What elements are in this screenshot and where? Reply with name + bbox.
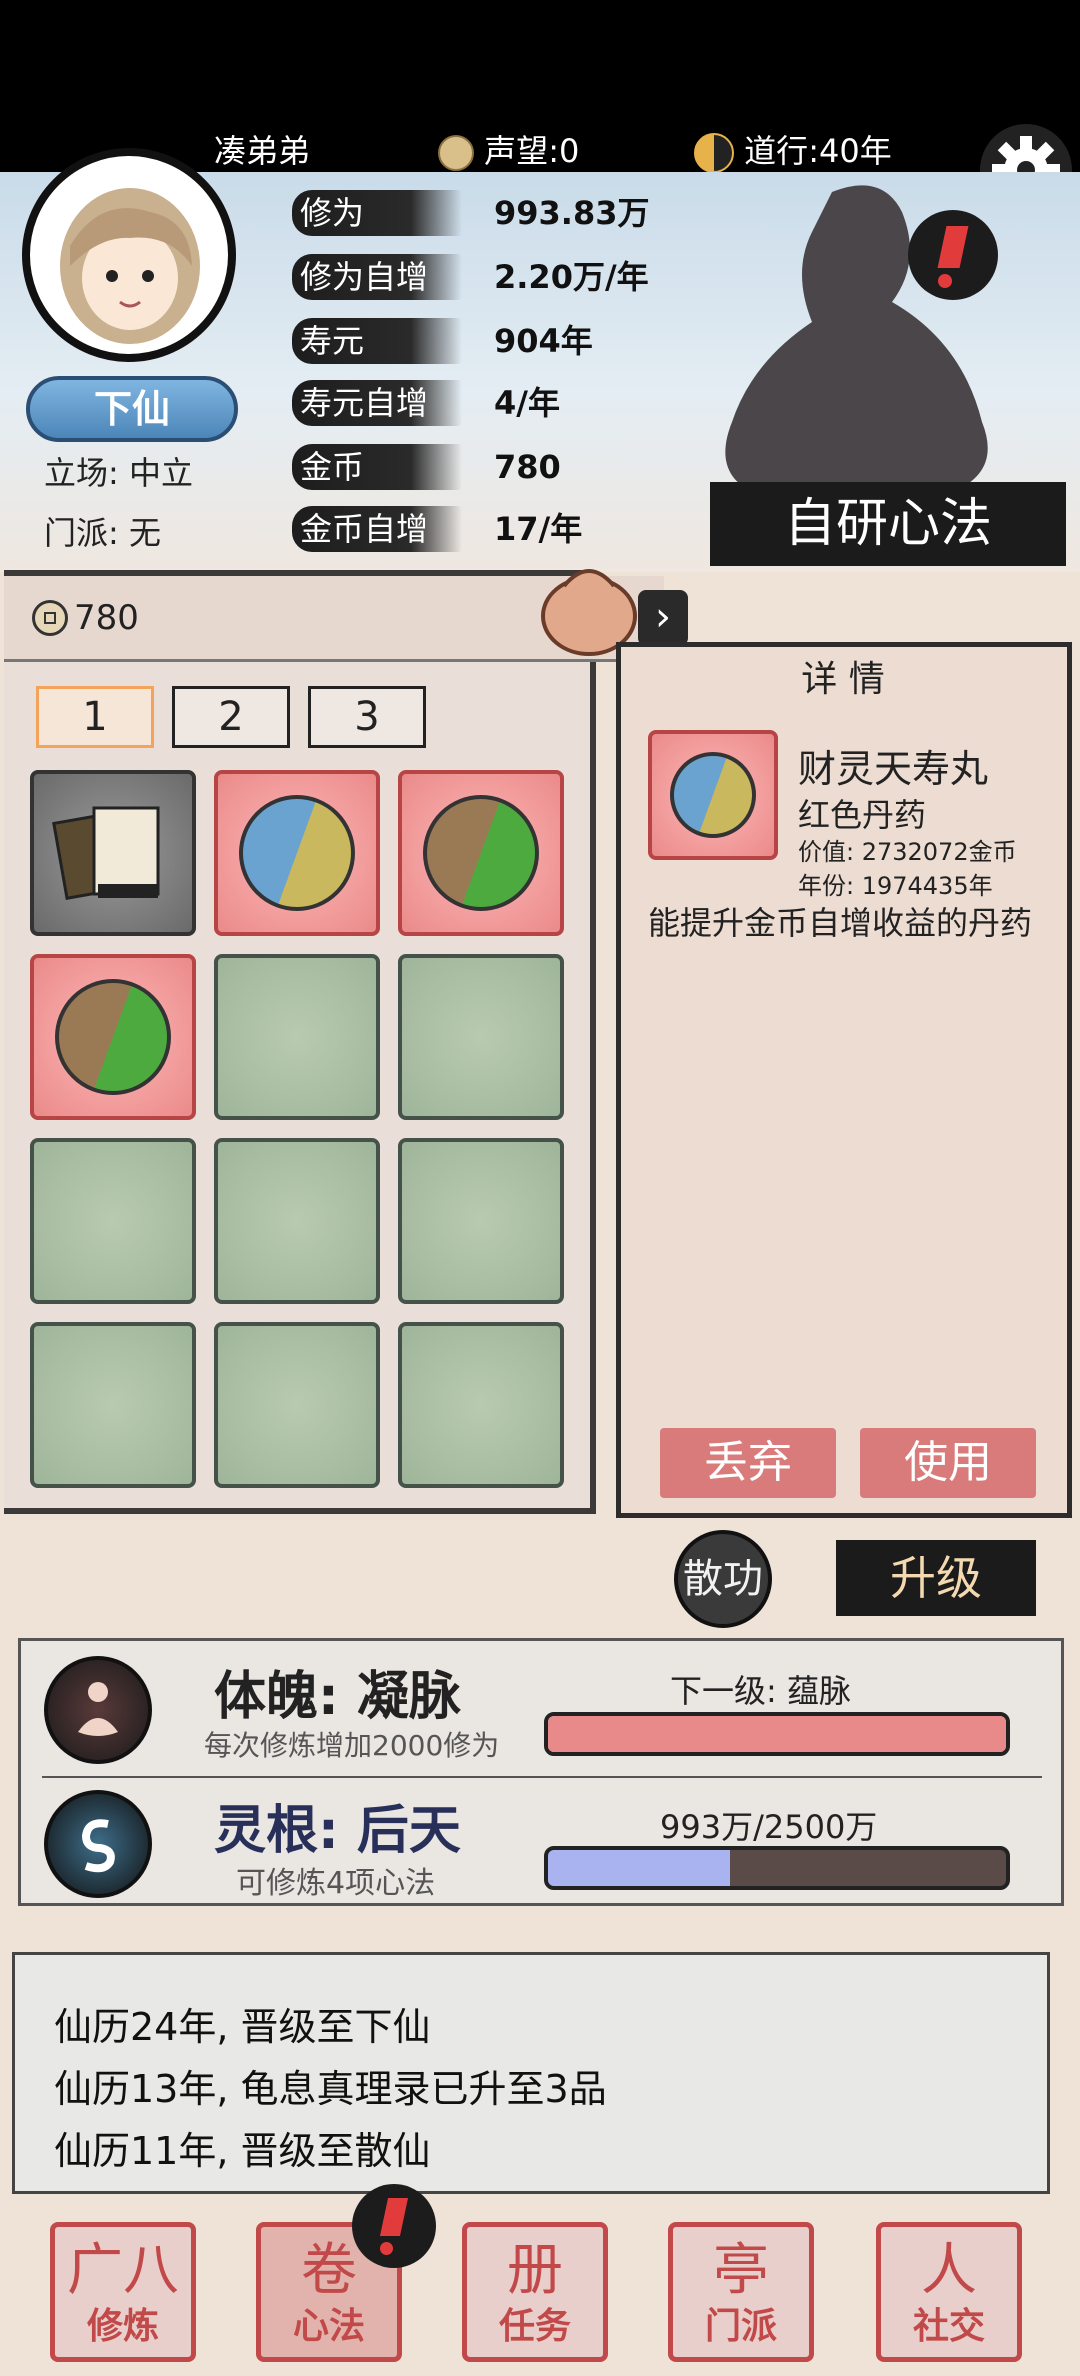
cultivate-icon: 广八: [67, 2238, 179, 2303]
inventory-slot-empty[interactable]: [398, 1322, 564, 1488]
root-title: 灵根: 后天: [214, 1801, 461, 1861]
nav-label: 社交: [912, 2306, 985, 2347]
root-subtitle: 可修炼4项心法: [236, 1866, 436, 1901]
stat-label: 寿元自增: [292, 380, 462, 426]
root-progress-fill: [548, 1850, 730, 1886]
inventory-slot-book[interactable]: [30, 770, 196, 936]
inventory-slot-empty[interactable]: [214, 954, 380, 1120]
log-entry: 仙历11年, 晋级至散仙: [54, 2129, 431, 2173]
inventory-slot-empty[interactable]: [30, 1322, 196, 1488]
expand-arrow-button[interactable]: ›: [638, 590, 688, 646]
pill-icon: [670, 752, 756, 838]
book-icon: [52, 806, 160, 901]
use-button[interactable]: 使用: [860, 1428, 1036, 1498]
nav-sect[interactable]: 亭 门派: [668, 2222, 814, 2362]
detail-title: 详 情: [801, 659, 885, 700]
inventory-slot-pill[interactable]: [398, 770, 564, 936]
stat-value: 904年: [494, 322, 593, 360]
scroll-icon: [438, 135, 474, 171]
player-name: 凑弟弟: [214, 132, 311, 170]
root-progress-bar: [544, 1846, 1010, 1890]
alert-badge: [352, 2184, 436, 2268]
detail-item-price: 价值: 2732072金币: [798, 838, 1017, 866]
task-icon: 册: [507, 2238, 563, 2303]
inventory-slot-pill[interactable]: [30, 954, 196, 1120]
body-progress-bar: [544, 1712, 1010, 1756]
stat-row-lifespan-rate: 寿元自增 4/年: [292, 376, 762, 430]
inventory-slot-pill[interactable]: [214, 770, 380, 936]
avatar[interactable]: [22, 148, 236, 362]
inventory-slot-empty[interactable]: [214, 1322, 380, 1488]
inventory-tab-2[interactable]: 2: [172, 686, 290, 748]
yin-yang-icon: [694, 133, 734, 173]
dao-label: 道行: [744, 132, 809, 170]
discard-button[interactable]: 丢弃: [660, 1428, 836, 1498]
chevron-right-icon: ›: [655, 594, 671, 640]
bag-icon[interactable]: [534, 546, 644, 656]
pill-icon: [423, 795, 539, 911]
stat-row-gold-rate: 金币自增 17/年: [292, 502, 762, 556]
pill-icon: [55, 979, 171, 1095]
nav-label: 门派: [704, 2306, 777, 2347]
coin-count: 780: [74, 598, 139, 638]
nav-label: 修炼: [86, 2306, 159, 2347]
stat-label: 金币自增: [292, 506, 462, 552]
inventory-slot-empty[interactable]: [398, 954, 564, 1120]
inventory-tab-3[interactable]: 3: [308, 686, 426, 748]
pill-icon: [239, 795, 355, 911]
self-study-button[interactable]: 自研心法: [710, 482, 1066, 566]
body-next-level: 下一级: 蕴脉: [670, 1672, 851, 1710]
stat-value: 993.83万: [494, 194, 650, 232]
stat-label: 修为自增: [292, 254, 462, 300]
inventory-slot-empty[interactable]: [214, 1138, 380, 1304]
detail-item-age: 年份: 1974435年: [798, 872, 993, 900]
alert-badge: [908, 210, 998, 300]
nav-label: 心法: [292, 2306, 365, 2347]
stat-value: 2.20万/年: [494, 258, 649, 296]
pavilion-icon: 亭: [713, 2238, 769, 2303]
detail-item-description: 能提升金币自增收益的丹药: [648, 904, 1033, 942]
reputation-display: 声望:0: [438, 126, 579, 172]
nav-tasks[interactable]: 册 任务: [462, 2222, 608, 2362]
disperse-button[interactable]: 散功: [674, 1530, 772, 1628]
stat-label: 修为: [292, 190, 462, 236]
stat-label: 金币: [292, 444, 462, 490]
body-progress-fill: [548, 1716, 1006, 1752]
sect-text: 门派: 无: [44, 514, 161, 552]
social-icon: 人: [921, 2238, 977, 2303]
stat-row-lifespan: 寿元 904年: [292, 314, 762, 368]
stat-value: 4/年: [494, 384, 560, 422]
inventory-slot-empty[interactable]: [398, 1138, 564, 1304]
inventory-tab-1[interactable]: 1: [36, 686, 154, 748]
rank-badge: 下仙: [26, 376, 238, 442]
body-title: 体魄: 凝脉: [214, 1667, 461, 1727]
detail-item-image: [648, 730, 778, 860]
stat-row-cultivation-rate: 修为自增 2.20万/年: [292, 250, 762, 304]
stat-row-gold: 金币 780: [292, 440, 762, 494]
inventory-slot-empty[interactable]: [30, 1138, 196, 1304]
reputation-label: 声望: [484, 132, 549, 170]
reputation-value: :0: [548, 132, 580, 170]
stance-text: 立场: 中立: [44, 454, 193, 492]
dao-display: 道行:40年: [694, 126, 892, 173]
nav-social[interactable]: 人 社交: [876, 2222, 1022, 2362]
card-divider: [42, 1776, 1042, 1778]
log-entry: 仙历24年, 晋级至下仙: [54, 2005, 431, 2049]
stat-row-cultivation: 修为 993.83万: [292, 186, 762, 240]
stat-label: 寿元: [292, 318, 462, 364]
nav-cultivate[interactable]: 广八 修炼: [50, 2222, 196, 2362]
dao-value: :40年: [808, 132, 892, 170]
avatar-portrait: [60, 188, 200, 344]
root-progress-text: 993万/2500万: [660, 1808, 878, 1846]
detail-item-type: 红色丹药: [798, 796, 927, 834]
coin-icon: [32, 600, 68, 636]
spirit-root-icon: [44, 1790, 152, 1898]
log-entry: 仙历13年, 龟息真理录已升至3品: [54, 2067, 607, 2111]
stat-value: 780: [494, 448, 561, 486]
meditation-icon: [44, 1656, 152, 1764]
body-subtitle: 每次修炼增加2000修为: [204, 1729, 500, 1762]
upgrade-button[interactable]: 升级: [836, 1540, 1036, 1616]
nav-label: 任务: [498, 2306, 571, 2347]
detail-item-name: 财灵天寿丸: [798, 747, 989, 791]
